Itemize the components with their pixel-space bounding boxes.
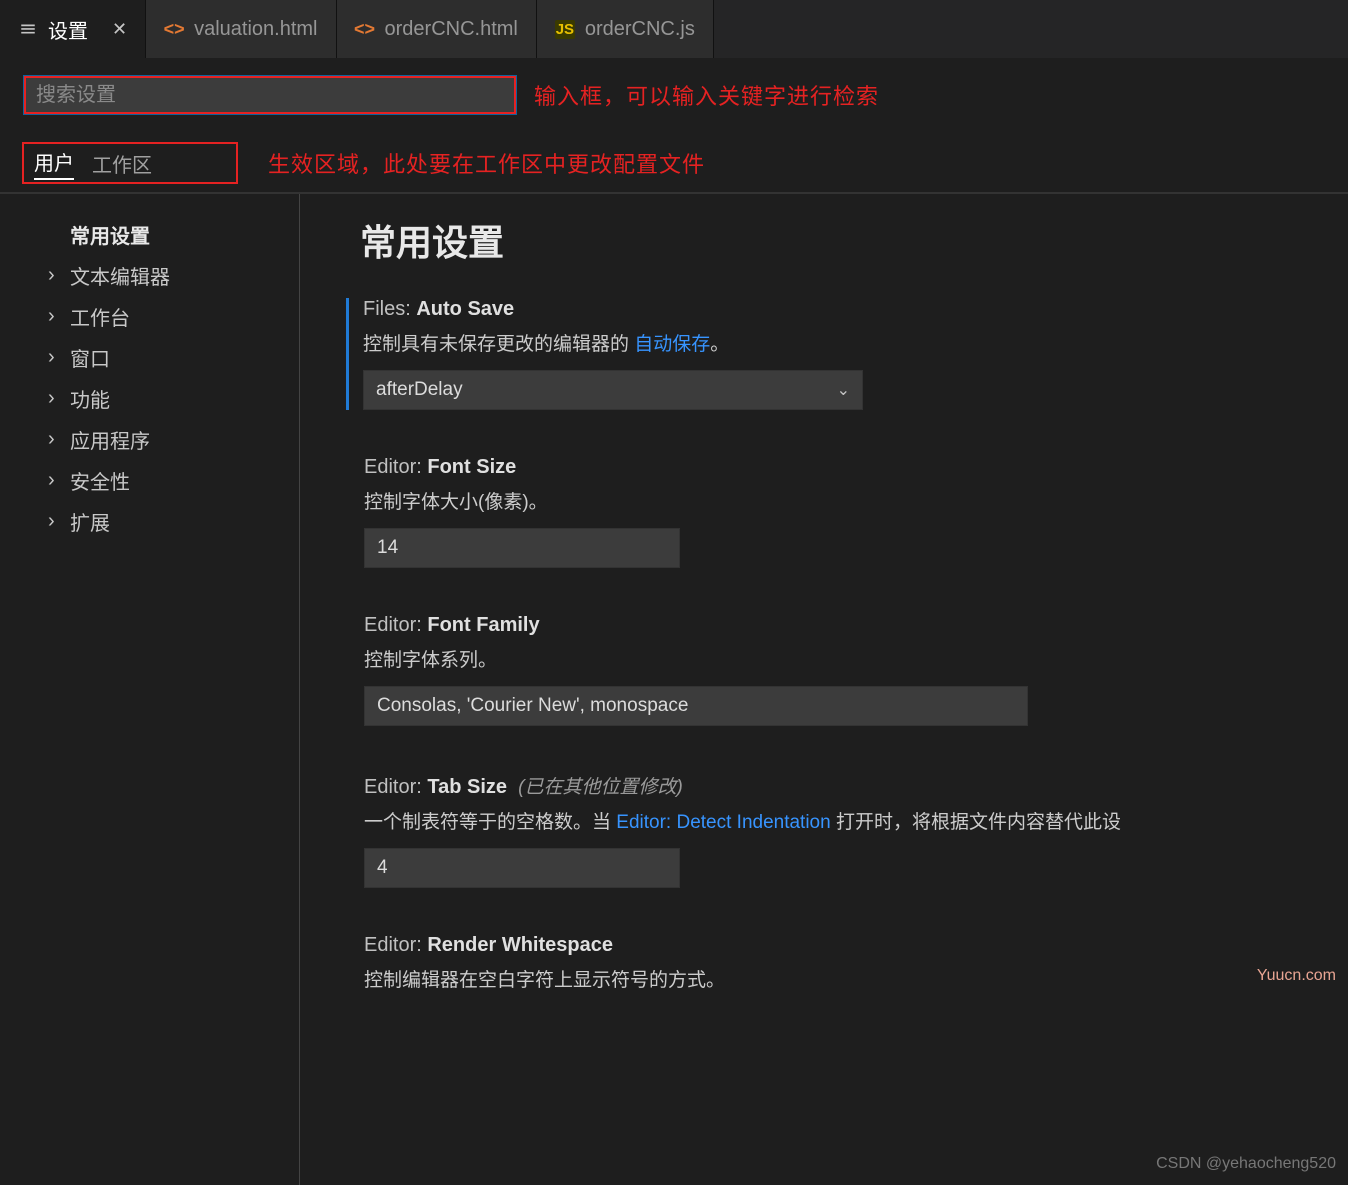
sidebar-item-application[interactable]: ›应用程序 — [48, 419, 299, 460]
tab-settings[interactable]: 设置 ✕ — [0, 0, 146, 58]
page-title: 常用设置 — [360, 214, 1348, 266]
setting-description: 控制字体大小(像素)。 — [364, 487, 1348, 514]
scope-tab-user[interactable]: 用户 — [34, 147, 74, 180]
settings-content: 常用设置 Files: Auto Save 控制具有未保存更改的编辑器的 自动保… — [300, 194, 1348, 1185]
editor-tab-bar: 设置 ✕ <> valuation.html <> orderCNC.html … — [0, 0, 1348, 58]
tabsize-input[interactable] — [364, 848, 680, 888]
fontfamily-input[interactable] — [364, 686, 1028, 726]
close-icon[interactable]: ✕ — [112, 19, 127, 40]
html-icon: <> — [355, 19, 375, 40]
setting-title: Editor: Render Whitespace — [364, 934, 1348, 957]
select-value: afterDelay — [376, 379, 463, 401]
setting-description: 控制具有未保存更改的编辑器的 自动保存。 — [363, 329, 1348, 356]
scope-row: 用户 工作区 生效区域，此处要在工作区中更改配置文件 — [0, 124, 1348, 194]
chevron-right-icon: › — [48, 305, 62, 328]
sidebar-item-security[interactable]: ›安全性 — [48, 460, 299, 501]
setting-editor-tabsize: Editor: Tab Size (已在其他位置修改) 一个制表符等于的空格数。… — [360, 772, 1348, 888]
chevron-right-icon: › — [48, 428, 62, 451]
chevron-right-icon: › — [48, 346, 62, 369]
sidebar-item-window[interactable]: ›窗口 — [48, 337, 299, 378]
setting-title: Editor: Font Family — [364, 614, 1348, 637]
chevron-down-icon: ⌄ — [837, 380, 850, 400]
sidebar-item-workbench[interactable]: ›工作台 — [48, 296, 299, 337]
setting-files-autosave: Files: Auto Save 控制具有未保存更改的编辑器的 自动保存。 af… — [346, 298, 1348, 410]
sidebar-item-features[interactable]: ›功能 — [48, 378, 299, 419]
chevron-right-icon: › — [48, 510, 62, 533]
setting-title: Editor: Font Size — [364, 456, 1348, 479]
tab-valuation[interactable]: <> valuation.html — [146, 0, 336, 58]
tab-ordercnc-html[interactable]: <> orderCNC.html — [337, 0, 537, 58]
setting-title: Editor: Tab Size (已在其他位置修改) — [364, 772, 1348, 799]
settings-body: 常用设置 ›文本编辑器 ›工作台 ›窗口 ›功能 ›应用程序 ›安全性 ›扩展 … — [0, 194, 1348, 1185]
annotation-scope: 生效区域，此处要在工作区中更改配置文件 — [268, 147, 705, 179]
sidebar-item-extensions[interactable]: ›扩展 — [48, 501, 299, 542]
autosave-link[interactable]: 自动保存 — [634, 334, 710, 355]
sidebar-item-common[interactable]: 常用设置 — [48, 214, 299, 255]
sidebar-item-text-editor[interactable]: ›文本编辑器 — [48, 255, 299, 296]
tab-label: valuation.html — [194, 18, 317, 41]
js-icon: JS — [555, 20, 575, 39]
scope-tabs: 用户 工作区 — [22, 142, 238, 184]
settings-icon — [18, 20, 38, 38]
fontsize-input[interactable] — [364, 528, 680, 568]
tab-label: orderCNC.html — [385, 18, 518, 41]
setting-description: 控制编辑器在空白字符上显示符号的方式。 — [364, 965, 1348, 992]
search-input[interactable] — [24, 76, 516, 114]
settings-search-row: 输入框，可以输入关键字进行检索 — [0, 58, 1348, 124]
detect-indentation-link[interactable]: Editor: Detect Indentation — [616, 812, 830, 833]
chevron-right-icon: › — [48, 469, 62, 492]
autosave-select[interactable]: afterDelay ⌄ — [363, 370, 863, 410]
html-icon: <> — [164, 19, 184, 40]
chevron-right-icon: › — [48, 387, 62, 410]
tab-ordercnc-js[interactable]: JS orderCNC.js — [537, 0, 714, 58]
annotation-search: 输入框，可以输入关键字进行检索 — [534, 79, 879, 111]
tab-label: 设置 — [48, 15, 88, 44]
scope-tab-workspace[interactable]: 工作区 — [92, 149, 152, 178]
setting-description: 一个制表符等于的空格数。当 Editor: Detect Indentation… — [364, 807, 1348, 834]
setting-description: 控制字体系列。 — [364, 645, 1348, 672]
watermark-csdn: CSDN @yehaocheng520 — [1156, 1155, 1336, 1173]
setting-editor-fontfamily: Editor: Font Family 控制字体系列。 — [360, 614, 1348, 726]
setting-title: Files: Auto Save — [363, 298, 1348, 321]
chevron-right-icon: › — [48, 264, 62, 287]
setting-editor-fontsize: Editor: Font Size 控制字体大小(像素)。 — [360, 456, 1348, 568]
watermark-yuucn: Yuucn.com — [1257, 967, 1336, 985]
tab-label: orderCNC.js — [585, 18, 695, 41]
settings-sidebar: 常用设置 ›文本编辑器 ›工作台 ›窗口 ›功能 ›应用程序 ›安全性 ›扩展 — [0, 194, 300, 1185]
setting-editor-render-whitespace: Editor: Render Whitespace 控制编辑器在空白字符上显示符… — [360, 934, 1348, 992]
